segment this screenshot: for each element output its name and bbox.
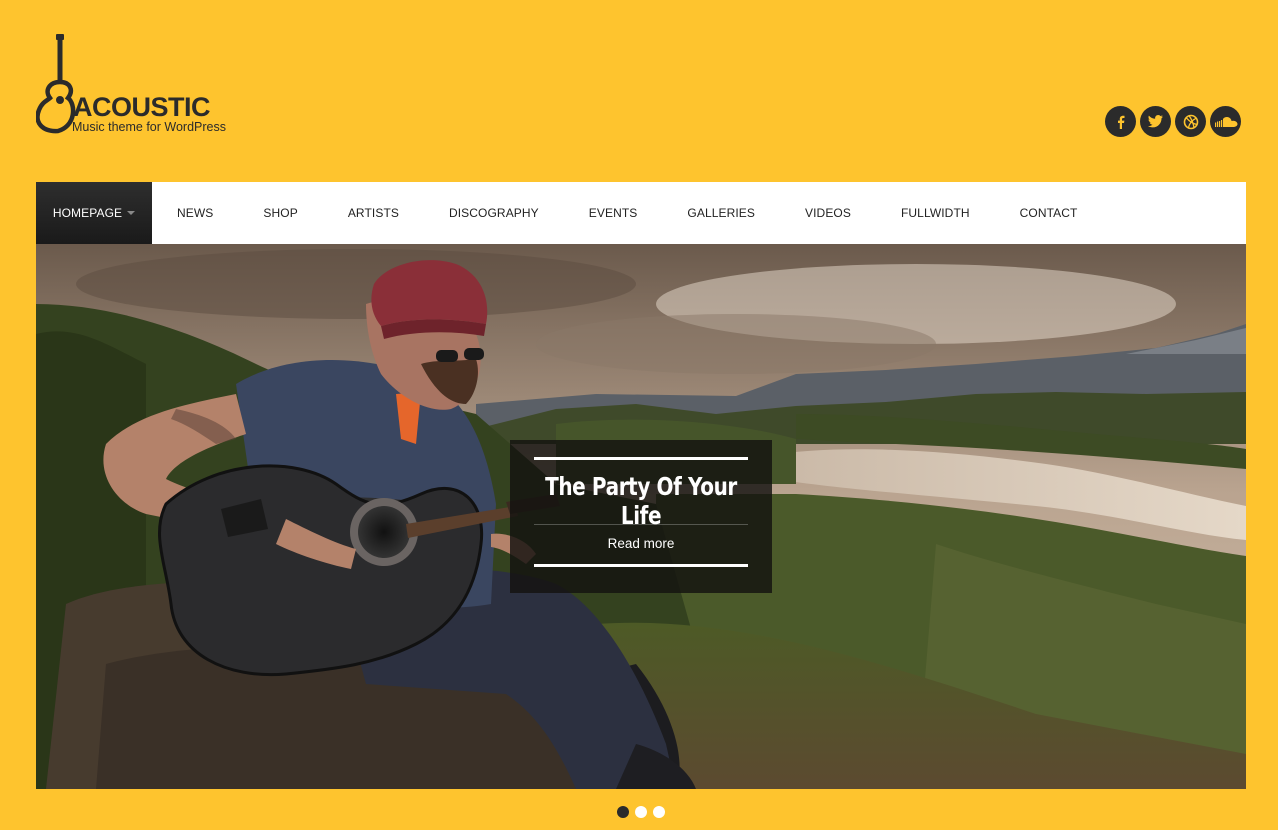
slide-dot-2[interactable]	[635, 806, 647, 818]
twitter-icon[interactable]	[1140, 106, 1171, 137]
logo-title: ACOUSTIC	[73, 92, 211, 122]
caption-divider	[534, 524, 748, 525]
nav-item-news[interactable]: NEWS	[177, 182, 213, 244]
nav-item-label: ARTISTS	[347, 206, 399, 220]
nav-item-label: VIDEOS	[805, 206, 851, 220]
nav-item-label: NEWS	[177, 206, 214, 220]
nav-item-contact[interactable]: CONTACT	[1020, 182, 1078, 244]
caption-bottom-rule	[534, 564, 748, 567]
nav-item-discography[interactable]: DISCOGRAPHY	[449, 182, 539, 244]
nav-item-label: HOMEPAGE	[52, 206, 123, 220]
nav-item-fullwidth[interactable]: FULLWIDTH	[901, 182, 970, 244]
read-more-link[interactable]: Read more	[510, 536, 772, 551]
nav-item-label: FULLWIDTH	[900, 206, 970, 220]
caret-down-icon	[127, 211, 136, 215]
nav-item-homepage[interactable]: HOMEPAGE	[36, 182, 152, 244]
hero-slider: The Party Of Your Life Read more	[36, 244, 1246, 789]
slide-dot-1[interactable]	[617, 806, 629, 818]
caption-top-rule	[534, 457, 748, 460]
nav-item-galleries[interactable]: GALLERIES	[687, 182, 755, 244]
nav-item-label: SHOP	[263, 206, 298, 220]
caption-title: The Party Of Your Life	[545, 472, 737, 530]
main-navigation: HOMEPAGE NEWS SHOP ARTISTS DISCOGRAPHY E…	[36, 182, 1246, 244]
slide-caption: The Party Of Your Life Read more	[510, 440, 772, 593]
nav-item-videos[interactable]: VIDEOS	[805, 182, 851, 244]
nav-item-label: CONTACT	[1019, 206, 1078, 220]
nav-item-label: DISCOGRAPHY	[448, 206, 539, 220]
nav-item-label: EVENTS	[588, 206, 638, 220]
nav-item-events[interactable]: EVENTS	[589, 182, 638, 244]
social-links	[1105, 106, 1241, 137]
soundcloud-icon[interactable]	[1210, 106, 1241, 137]
dribbble-icon[interactable]	[1175, 106, 1206, 137]
facebook-icon[interactable]	[1105, 106, 1136, 137]
site-logo[interactable]: ACOUSTIC Music theme for WordPress	[36, 34, 276, 138]
slide-dot-3[interactable]	[653, 806, 665, 818]
nav-item-artists[interactable]: ARTISTS	[348, 182, 399, 244]
nav-item-shop[interactable]: SHOP	[263, 182, 297, 244]
nav-item-label: GALLERIES	[687, 206, 756, 220]
logo-tagline: Music theme for WordPress	[72, 120, 226, 134]
slider-pagination	[617, 806, 665, 818]
